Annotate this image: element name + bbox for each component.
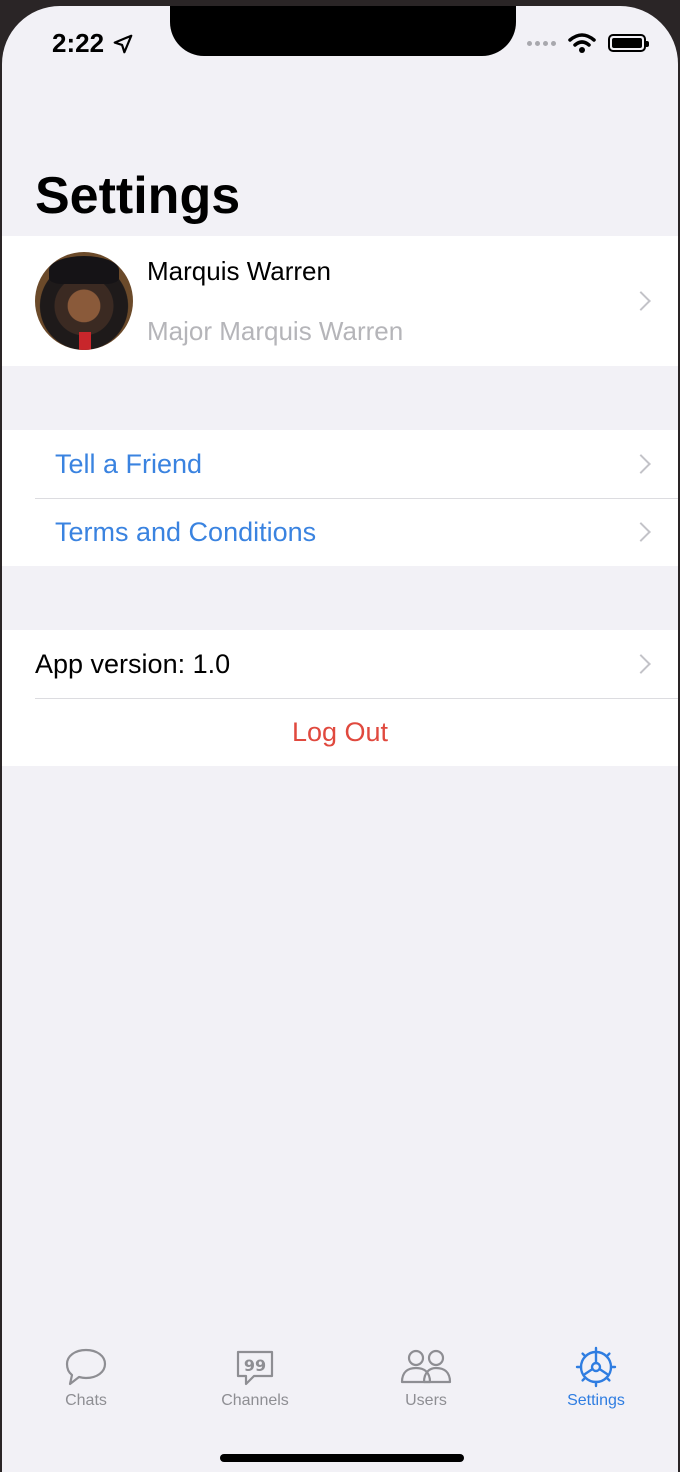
- battery-icon: [608, 34, 649, 52]
- chevron-right-icon: [631, 654, 651, 674]
- chat-bubble-icon: [65, 1348, 107, 1386]
- time-label: 2:22: [52, 28, 105, 58]
- app-version-label: App version: 1.0: [35, 648, 231, 679]
- tab-bar: Chats 99 Channels Users Settings: [2, 1346, 678, 1436]
- tab-chats[interactable]: Chats: [26, 1346, 146, 1410]
- chevron-right-icon: [631, 291, 651, 311]
- terms-label: Terms and Conditions: [55, 516, 317, 547]
- cellular-signal-icon: [527, 40, 556, 46]
- info-section: App version: 1.0 Log Out: [2, 630, 678, 766]
- profile-row[interactable]: Marquis Warren Major Marquis Warren: [2, 236, 678, 366]
- logout-row[interactable]: Log Out: [2, 698, 678, 766]
- links-section: Tell a Friend Terms and Conditions: [2, 430, 678, 566]
- tab-users[interactable]: Users: [366, 1346, 486, 1410]
- tab-channels[interactable]: 99 Channels: [195, 1346, 315, 1410]
- chevron-right-icon: [631, 522, 651, 542]
- phone-screen: 2:22 Settings Marquis Warren Major Marqu…: [2, 6, 678, 1472]
- users-icon: [400, 1349, 452, 1384]
- tell-a-friend-label: Tell a Friend: [55, 448, 203, 479]
- page-title: Settings: [35, 167, 241, 225]
- quote-bubble-icon: 99: [236, 1350, 274, 1386]
- status-indicators: [527, 32, 649, 54]
- svg-text:99: 99: [244, 1356, 266, 1375]
- location-arrow-icon: [113, 34, 133, 53]
- tab-settings[interactable]: Settings: [536, 1346, 656, 1410]
- gear-icon: [575, 1346, 617, 1388]
- tab-users-label: Users: [405, 1392, 447, 1409]
- profile-section: Marquis Warren Major Marquis Warren: [2, 236, 678, 366]
- chevron-right-icon: [631, 454, 651, 474]
- notch: [170, 6, 516, 56]
- profile-subtitle: Major Marquis Warren: [147, 316, 404, 346]
- tab-chats-label: Chats: [65, 1392, 107, 1409]
- logout-button[interactable]: Log Out: [2, 717, 678, 748]
- tab-channels-label: Channels: [221, 1392, 289, 1409]
- tell-a-friend-row[interactable]: Tell a Friend: [2, 430, 678, 498]
- app-version-row[interactable]: App version: 1.0: [2, 630, 678, 698]
- wifi-icon: [568, 33, 596, 53]
- profile-name: Marquis Warren: [147, 256, 331, 286]
- tab-settings-label: Settings: [567, 1392, 625, 1409]
- terms-row[interactable]: Terms and Conditions: [2, 498, 678, 566]
- avatar: [35, 252, 133, 350]
- status-time: 2:22: [52, 28, 134, 59]
- home-indicator[interactable]: [220, 1454, 464, 1462]
